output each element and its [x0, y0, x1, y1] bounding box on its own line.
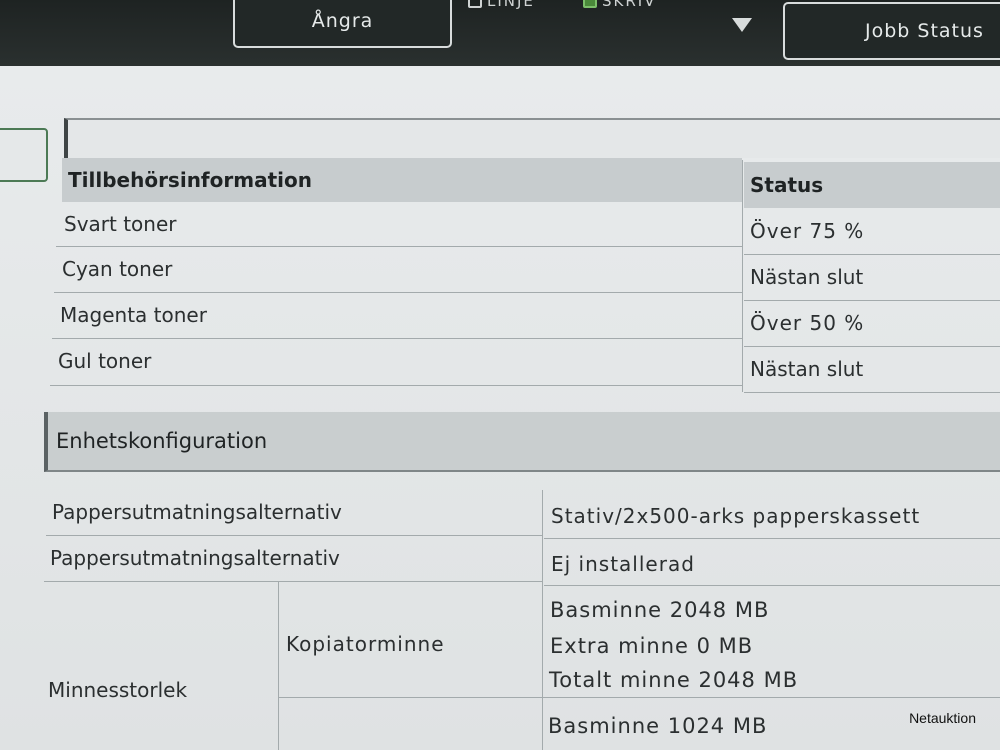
config-value: Stativ/2x500-arks papperskassett [551, 504, 921, 528]
supply-item: Svart toner [64, 212, 177, 236]
supply-status: Nästan slut [750, 357, 864, 381]
memory-label: Minnesstorlek [48, 678, 188, 702]
supply-status: Över 50 % [750, 311, 865, 335]
supply-status: Nästan slut [750, 265, 864, 289]
config-label: Pappersutmatningsalternativ [52, 500, 342, 524]
watermark: Netauktion [909, 710, 976, 726]
section-title: Enhetskonfiguration [56, 429, 268, 453]
row-divider [278, 697, 1000, 698]
row-divider [744, 254, 1000, 255]
row-divider [54, 292, 742, 293]
header-status: Status [744, 162, 1000, 208]
header-supplies: Tillbehörsinformation [62, 158, 742, 202]
mode-line-label: LINJE [487, 0, 535, 10]
row-divider [744, 392, 1000, 393]
column-divider [278, 582, 279, 750]
row-divider [56, 246, 742, 247]
print-checkbox[interactable] [583, 0, 597, 8]
side-tab[interactable] [0, 128, 48, 182]
row-divider [52, 338, 742, 339]
supply-item: Magenta toner [60, 303, 207, 327]
memory-value: Extra minne 0 MB [550, 634, 754, 658]
supply-item: Gul toner [58, 349, 152, 373]
supply-item: Cyan toner [62, 257, 173, 281]
row-divider [544, 538, 1000, 539]
chevron-down-icon[interactable] [732, 18, 752, 32]
line-checkbox[interactable] [468, 0, 482, 8]
copier-memory-label: Kopiatorminne [286, 632, 445, 656]
config-value: Ej installerad [551, 552, 695, 576]
mode-print-toggle[interactable]: SKRIV [583, 0, 656, 10]
row-divider [50, 385, 742, 386]
panel-frame [64, 118, 1000, 158]
section-device-config: Enhetskonfiguration [44, 412, 1000, 472]
supply-status: Över 75 % [750, 219, 865, 243]
row-divider [46, 535, 542, 536]
top-toolbar: Ångra LINJE SKRIV Jobb Status [0, 0, 1000, 66]
column-divider [742, 160, 743, 392]
row-divider [44, 581, 542, 582]
memory-value: Totalt minne 2048 MB [549, 668, 799, 692]
row-divider [744, 346, 1000, 347]
undo-button-label: Ångra [311, 10, 374, 32]
memory-value: Basminne 1024 MB [548, 714, 768, 738]
row-divider [544, 585, 1000, 586]
row-divider [744, 300, 1000, 301]
job-status-button[interactable]: Jobb Status [783, 2, 1000, 60]
memory-value: Basminne 2048 MB [550, 598, 770, 622]
job-status-label: Jobb Status [865, 20, 984, 42]
config-label: Pappersutmatningsalternativ [50, 546, 340, 570]
undo-button[interactable]: Ångra [233, 0, 452, 48]
mode-print-label: SKRIV [602, 0, 657, 10]
column-divider [542, 490, 543, 750]
mode-line-toggle[interactable]: LINJE [468, 0, 535, 10]
